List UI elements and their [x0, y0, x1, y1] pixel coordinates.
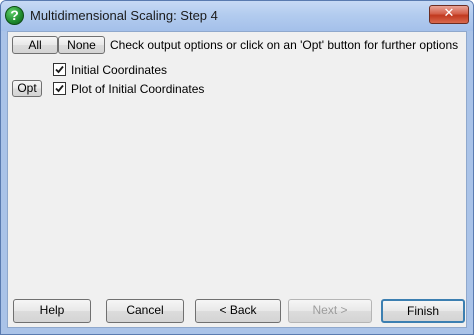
select-none-button[interactable]: None [58, 36, 105, 54]
plot-initial-coordinates-checkbox[interactable] [53, 82, 66, 95]
back-button[interactable]: < Back [195, 299, 281, 323]
initial-coordinates-checkbox[interactable] [53, 63, 66, 76]
cancel-button[interactable]: Cancel [106, 299, 184, 323]
instructions-text: Check output options or click on an 'Opt… [110, 38, 459, 52]
help-question-icon: ? [5, 6, 24, 25]
window-title: Multidimensional Scaling: Step 4 [30, 8, 218, 23]
plot-options-opt-button[interactable]: Opt [12, 80, 42, 97]
close-button[interactable]: ✕ [429, 5, 469, 24]
close-icon: ✕ [443, 6, 455, 21]
checkmark-icon [55, 65, 64, 74]
next-button[interactable]: Next > [288, 299, 372, 323]
dialog-body: All None Check output options or click o… [7, 31, 467, 328]
dialog-window: ? Multidimensional Scaling: Step 4 ✕ All… [0, 0, 474, 335]
finish-button[interactable]: Finish [381, 299, 465, 323]
title-bar[interactable]: ? Multidimensional Scaling: Step 4 ✕ [1, 1, 473, 31]
help-button[interactable]: Help [13, 299, 91, 323]
select-all-button[interactable]: All [12, 36, 58, 54]
initial-coordinates-label: Initial Coordinates [71, 63, 168, 77]
checkmark-icon [55, 84, 64, 93]
plot-initial-coordinates-label: Plot of Initial Coordinates [71, 82, 205, 96]
